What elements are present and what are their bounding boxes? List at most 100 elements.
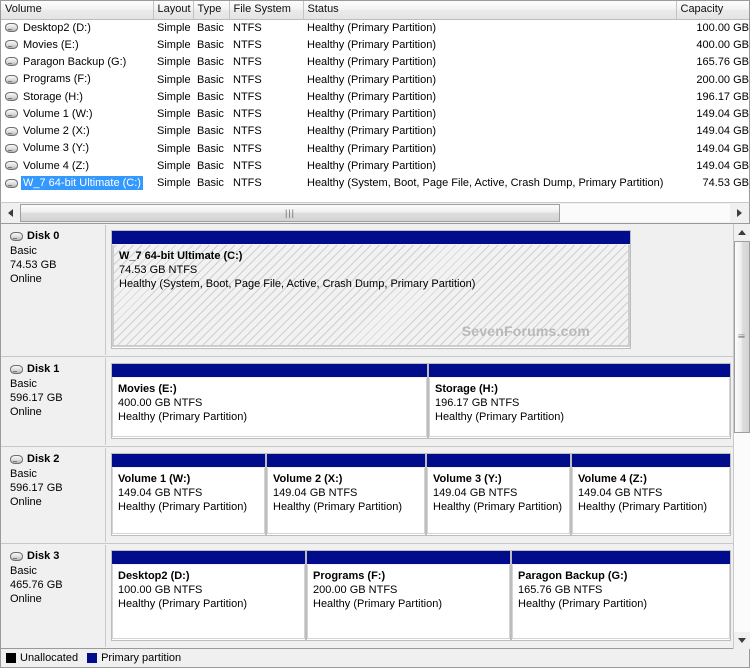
cell-type: Basic: [197, 160, 224, 173]
legend-item: Unallocated: [6, 652, 78, 664]
partition-name-label: Storage (H:): [435, 383, 498, 395]
volume-table: Volume Layout Type File System Status Ca…: [1, 1, 749, 192]
partition-body: Volume 4 (Z:) 149.04 GB NTFS Healthy (Prim…: [572, 468, 730, 534]
drive-icon: [5, 57, 18, 67]
disk-header[interactable]: Disk 1 Basic 596.17 GB Online: [2, 358, 106, 445]
vertical-scroll-track[interactable]: ≡: [733, 241, 750, 632]
disk-header[interactable]: Disk 0 Basic 74.53 GB Online: [2, 225, 106, 355]
cell-file-system: NTFS: [233, 177, 262, 190]
legend-item: Primary partition: [87, 652, 181, 664]
partition-status-label: Healthy (Primary Partition): [433, 501, 562, 513]
chevron-right-icon: [737, 209, 742, 217]
drive-icon: [5, 74, 18, 84]
partition-name-label: Programs (F:): [313, 570, 386, 582]
partition-block[interactable]: Volume 1 (W:) 149.04 GB NTFS Healthy (Prim…: [111, 453, 266, 536]
disk-state-label: Online: [10, 406, 42, 418]
partition-block[interactable]: Programs (F:) 200.00 GB NTFS Healthy (Prim…: [306, 550, 511, 641]
table-row[interactable]: W_7 64-bit Ultimate (C:) Simple Basic NTFS H…: [1, 175, 749, 192]
table-row[interactable]: Volume 4 (Z:) Simple Basic NTFS Healthy (Pri…: [1, 157, 749, 174]
partition-color-bar: [427, 454, 570, 468]
table-row[interactable]: Paragon Backup (G:) Simple Basic NTFS Health…: [1, 54, 749, 71]
scroll-up-button[interactable]: [733, 224, 750, 241]
partition-size-label: 196.17 GB NTFS: [435, 397, 520, 409]
cell-volume[interactable]: Storage (H:): [1, 88, 153, 105]
scroll-left-button[interactable]: [2, 204, 19, 222]
volume-list-horizontal-scrollbar[interactable]: |||: [0, 202, 750, 224]
column-header-file-system[interactable]: File System: [229, 1, 304, 20]
partition-block[interactable]: Paragon Backup (G:) 165.76 GB NTFS Healthy…: [511, 550, 731, 641]
cell-status: Healthy (Primary Partition): [307, 73, 436, 86]
column-header-volume[interactable]: Volume: [1, 1, 154, 20]
cell-volume[interactable]: Movies (E:): [1, 36, 153, 53]
table-row[interactable]: Desktop2 (D:) Simple Basic NTFS Healthy (Pri…: [1, 19, 749, 36]
partition-block[interactable]: W_7 64-bit Ultimate (C:) 74.53 GB NTFS Hea…: [111, 230, 631, 349]
table-row[interactable]: Programs (F:) Simple Basic NTFS Healthy (Pri…: [1, 71, 749, 88]
partition-block[interactable]: Storage (H:) 196.17 GB NTFS Healthy (Prima…: [428, 363, 731, 439]
partition-color-bar: [572, 454, 730, 468]
disk-row: Disk 0 Basic 74.53 GB Online W_7 64-bit Ulti…: [1, 224, 734, 357]
table-row[interactable]: Volume 3 (Y:) Simple Basic NTFS Healthy (Pri…: [1, 140, 749, 157]
volume-table-header-row: Volume Layout Type File System Status Ca…: [1, 1, 749, 20]
disk-header[interactable]: Disk 2 Basic 596.17 GB Online: [2, 448, 106, 542]
table-row[interactable]: Movies (E:) Simple Basic NTFS Healthy (Prima…: [1, 36, 749, 53]
cell-layout: Simple: [157, 160, 191, 173]
cell-file-system: NTFS: [233, 38, 262, 51]
disk-title: Disk 3: [10, 550, 105, 562]
drive-icon: [5, 23, 18, 33]
disk-list: Disk 0 Basic 74.53 GB Online W_7 64-bit Ulti…: [1, 224, 734, 648]
partition-block[interactable]: Volume 4 (Z:) 149.04 GB NTFS Healthy (Prim…: [571, 453, 731, 536]
partition-block[interactable]: Volume 3 (Y:) 149.04 GB NTFS Healthy (Prim…: [426, 453, 571, 536]
table-row[interactable]: Storage (H:) Simple Basic NTFS Healthy (Prim…: [1, 88, 749, 105]
cell-status: Healthy (Primary Partition): [307, 56, 436, 69]
partition-color-bar: [307, 551, 510, 565]
disk-title: Disk 1: [10, 363, 105, 375]
chevron-up-icon: [738, 230, 746, 235]
volume-name-label: Desktop2 (D:): [23, 21, 91, 34]
partition-color-bar: [112, 364, 427, 378]
scroll-right-button[interactable]: [731, 204, 748, 222]
volume-table-body: Desktop2 (D:) Simple Basic NTFS Healthy (Pri…: [1, 19, 749, 192]
graphical-view-vertical-scrollbar[interactable]: ≡: [733, 224, 750, 649]
column-header-layout[interactable]: Layout: [153, 1, 194, 20]
scroll-down-button[interactable]: [733, 632, 750, 649]
partition-block[interactable]: Volume 2 (X:) 149.04 GB NTFS Healthy (Prim…: [266, 453, 426, 536]
cell-volume[interactable]: Paragon Backup (G:): [1, 54, 153, 71]
column-header-capacity[interactable]: Capacity: [676, 1, 749, 20]
cell-volume[interactable]: Desktop2 (D:): [1, 19, 153, 36]
disk-header[interactable]: Disk 3 Basic 465.76 GB Online: [2, 545, 106, 647]
disk-kind-label: Basic: [10, 245, 37, 257]
vertical-scroll-thumb[interactable]: ≡: [733, 241, 750, 433]
disk-kind-label: Basic: [10, 468, 37, 480]
partition-status-label: Healthy (Primary Partition): [578, 501, 707, 513]
cell-layout: Simple: [157, 125, 191, 138]
drive-icon: [5, 92, 18, 102]
horizontal-scroll-thumb[interactable]: |||: [20, 204, 560, 222]
cell-volume[interactable]: Volume 1 (W:): [1, 105, 153, 122]
disk-size-label: 596.17 GB: [10, 482, 63, 494]
cell-volume[interactable]: Volume 2 (X:): [1, 123, 153, 140]
cell-status: Healthy (System, Boot, Page File, Active…: [307, 177, 664, 190]
column-header-type[interactable]: Type: [193, 1, 230, 20]
partition-block[interactable]: Movies (E:) 400.00 GB NTFS Healthy (Primar…: [111, 363, 428, 439]
disk-size-label: 596.17 GB: [10, 392, 63, 404]
cell-layout: Simple: [157, 73, 191, 86]
partition-block[interactable]: Desktop2 (D:) 100.00 GB NTFS Healthy (Prim…: [111, 550, 306, 641]
cell-volume[interactable]: Volume 4 (Z:): [1, 157, 153, 174]
watermark-label: SevenForums.com: [461, 323, 590, 339]
partition-size-label: 149.04 GB NTFS: [118, 487, 203, 499]
cell-status: Healthy (Primary Partition): [307, 142, 436, 155]
cell-volume[interactable]: W_7 64-bit Ultimate (C:): [1, 175, 153, 192]
cell-volume[interactable]: Programs (F:): [1, 71, 153, 88]
horizontal-scroll-track[interactable]: |||: [20, 204, 730, 222]
drive-icon: [5, 143, 18, 153]
table-row[interactable]: Volume 2 (X:) Simple Basic NTFS Healthy (Pri…: [1, 123, 749, 140]
volume-name-label: Programs (F:): [23, 73, 91, 86]
column-header-status[interactable]: Status: [303, 1, 677, 20]
volume-name-label: Volume 1 (W:): [23, 107, 93, 120]
cell-status: Healthy (Primary Partition): [307, 21, 436, 34]
partition-status-label: Healthy (Primary Partition): [118, 411, 247, 423]
cell-volume[interactable]: Volume 3 (Y:): [1, 140, 153, 157]
table-row[interactable]: Volume 1 (W:) Simple Basic NTFS Healthy (Pri…: [1, 105, 749, 122]
cell-capacity: 149.04 GB: [696, 125, 749, 138]
cell-type: Basic: [197, 90, 224, 103]
